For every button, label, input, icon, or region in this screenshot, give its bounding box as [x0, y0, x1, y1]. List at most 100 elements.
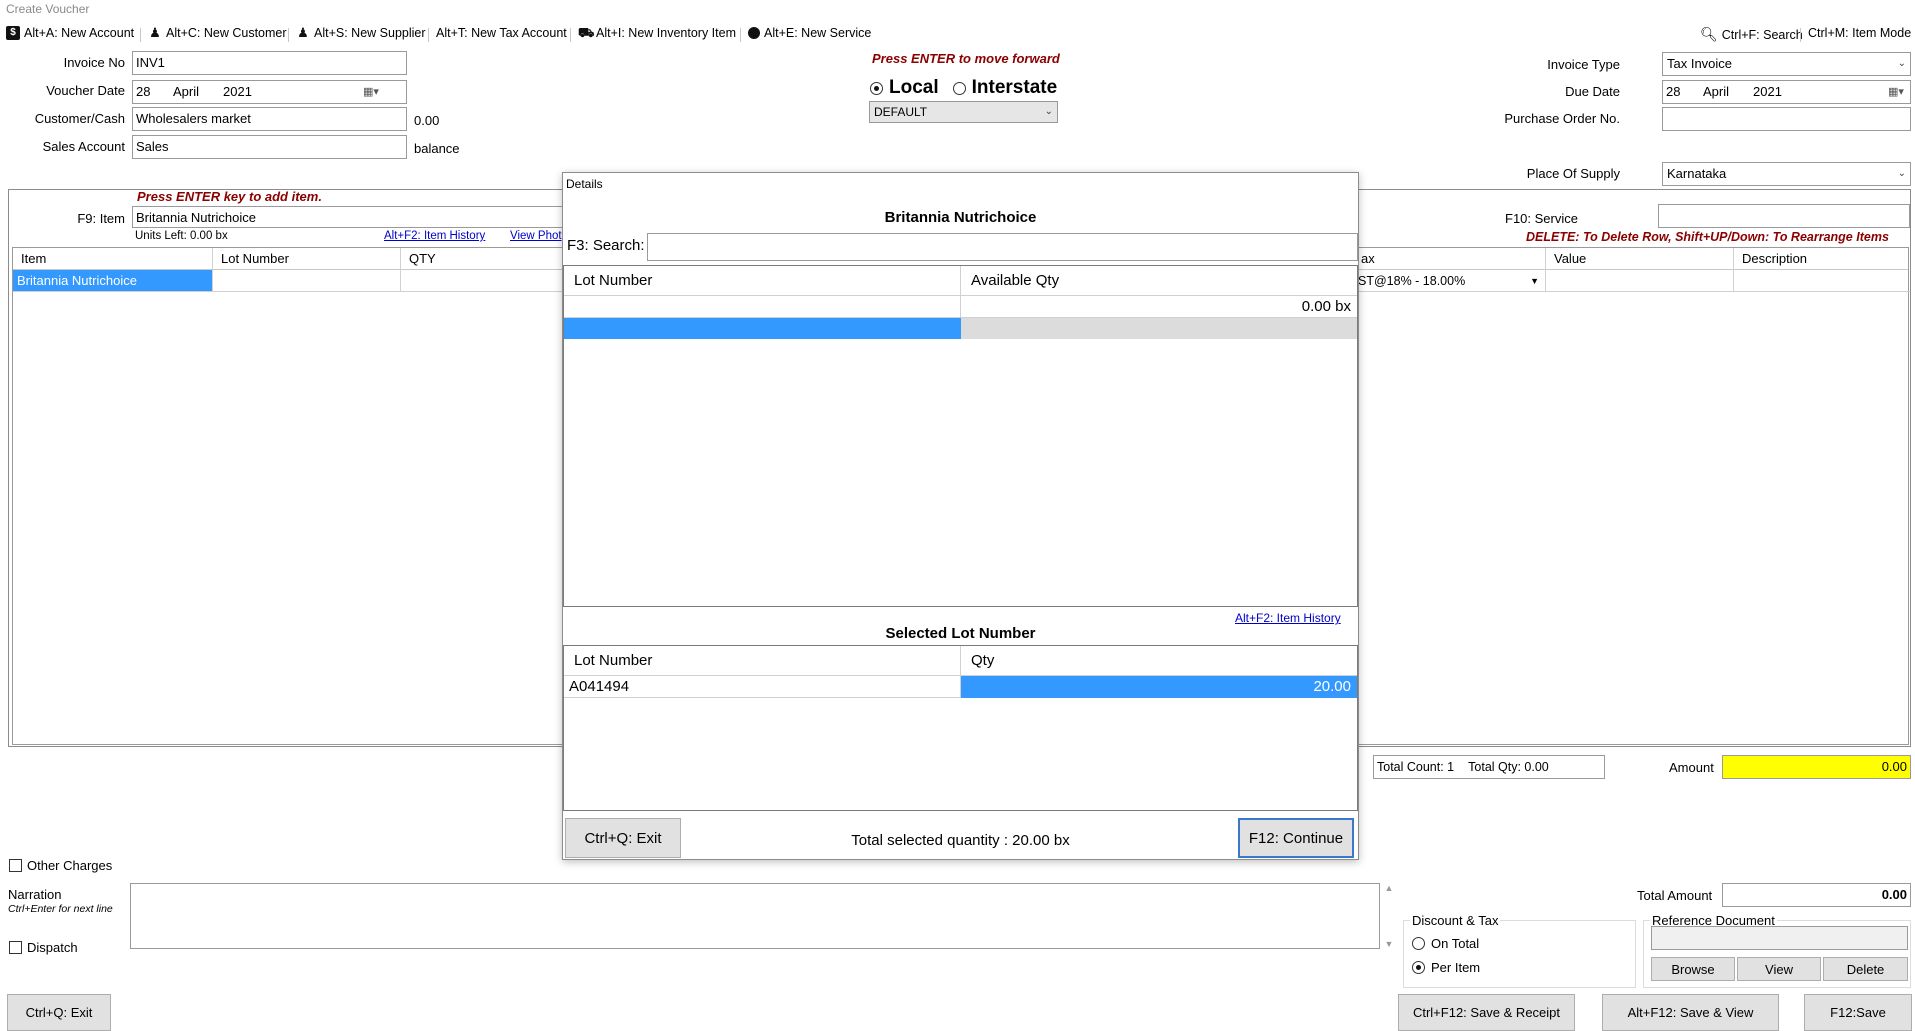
- amount-field: 0.00: [1722, 755, 1911, 779]
- column-header-qty[interactable]: QTY: [401, 248, 571, 270]
- item-mode-button[interactable]: Ctrl+M: Item Mode: [1808, 26, 1911, 40]
- table-row-lot-cell[interactable]: [213, 270, 401, 292]
- new-customer-button[interactable]: ♟ Alt+C: New Customer: [148, 26, 286, 41]
- table-row-value-cell[interactable]: [1546, 270, 1734, 292]
- narration-hint: Ctrl+Enter for next line: [8, 903, 113, 915]
- on-total-radio[interactable]: On Total: [1412, 936, 1479, 951]
- column-header-tax[interactable]: ax: [1358, 248, 1546, 270]
- po-input[interactable]: [1662, 107, 1911, 131]
- invoice-no-input[interactable]: INV1: [132, 51, 407, 75]
- table-row-description-cell[interactable]: [1734, 270, 1910, 292]
- column-header-value[interactable]: Value: [1546, 248, 1734, 270]
- price-list-select[interactable]: DEFAULT ⌄: [869, 101, 1058, 123]
- per-item-radio[interactable]: Per Item: [1412, 960, 1480, 975]
- interstate-radio[interactable]: [952, 81, 966, 95]
- chevron-down-icon: ⌄: [1897, 58, 1906, 69]
- calendar-icon[interactable]: ▦▾: [363, 83, 379, 101]
- exit-button[interactable]: Ctrl+Q: Exit: [7, 994, 111, 1031]
- due-date-picker[interactable]: 28 April 2021 ▦▾: [1662, 80, 1911, 104]
- lot-search-input[interactable]: [647, 233, 1358, 261]
- window-title: Create Voucher: [6, 2, 90, 16]
- service-label: F10: Service: [1505, 211, 1578, 226]
- item-input[interactable]: Britannia Nutrichoice: [132, 206, 572, 228]
- service-icon: [748, 27, 760, 39]
- item-history-link[interactable]: Alt+F2: Item History: [384, 230, 485, 242]
- save-button[interactable]: F12:Save: [1804, 994, 1912, 1031]
- po-label: Purchase Order No.: [1504, 111, 1620, 126]
- total-qty: Total Qty: 0.00: [1468, 760, 1549, 774]
- scroll-up-icon[interactable]: ▲: [1385, 883, 1394, 893]
- search-button[interactable]: 🔍︎ Ctrl+F: Search: [1700, 26, 1803, 43]
- new-service-button[interactable]: Alt+E: New Service: [748, 26, 871, 40]
- supplier-icon: ♟: [297, 25, 309, 40]
- available-lot-cell[interactable]: [564, 296, 961, 318]
- reference-document-field[interactable]: [1651, 926, 1908, 950]
- customer-balance: 0.00: [414, 113, 440, 128]
- column-header-selected-lot[interactable]: Lot Number: [564, 646, 961, 676]
- customer-input[interactable]: Wholesalers market: [132, 107, 407, 131]
- available-qty-cell[interactable]: 0.00 bx: [961, 296, 1357, 318]
- totals-box: Total Count: 1 Total Qty: 0.00: [1373, 755, 1605, 779]
- balance-label: balance: [414, 141, 460, 156]
- voucher-date-picker[interactable]: 28 April 2021 ▦▾: [132, 80, 407, 104]
- discount-tax-label: Discount & Tax: [1410, 913, 1501, 928]
- column-header-description[interactable]: Description: [1734, 248, 1910, 270]
- account-icon: $: [6, 26, 20, 40]
- new-account-button[interactable]: $ Alt+A: New Account: [6, 26, 134, 40]
- new-tax-account-button[interactable]: Alt+T: New Tax Account: [436, 26, 567, 40]
- dialog-item-history-link[interactable]: Alt+F2: Item History: [1235, 611, 1341, 625]
- sales-account-input[interactable]: Sales: [132, 135, 407, 159]
- chevron-down-icon: ⌄: [1044, 106, 1053, 117]
- narration-textarea[interactable]: [130, 883, 1380, 949]
- save-view-button[interactable]: Alt+F12: Save & View: [1602, 994, 1779, 1031]
- column-header-available-qty[interactable]: Available Qty: [961, 266, 1357, 296]
- column-header-selected-qty[interactable]: Qty: [961, 646, 1357, 676]
- new-supplier-button[interactable]: ♟ Alt+S: New Supplier: [296, 25, 425, 41]
- item-label: F9: Item: [77, 211, 125, 226]
- new-row-lot-cell[interactable]: [564, 318, 961, 339]
- dropdown-arrow-icon[interactable]: ▼: [1530, 270, 1545, 291]
- amount-label: Amount: [1669, 760, 1714, 775]
- service-input[interactable]: [1658, 204, 1910, 228]
- selected-lot-cell[interactable]: A041494: [564, 676, 961, 698]
- save-receipt-button[interactable]: Ctrl+F12: Save & Receipt: [1398, 994, 1575, 1031]
- interstate-label: Interstate: [971, 77, 1058, 98]
- selected-lots-grid[interactable]: Lot Number Qty A041494 20.00: [563, 645, 1358, 811]
- table-row-qty-cell[interactable]: [401, 270, 571, 292]
- other-charges-checkbox[interactable]: Other Charges: [9, 858, 112, 873]
- scroll-down-icon[interactable]: ▼: [1385, 939, 1394, 949]
- new-row-qty-cell[interactable]: [961, 318, 1357, 339]
- selected-qty-cell[interactable]: 20.00: [961, 676, 1357, 698]
- column-header-lot-number[interactable]: Lot Number: [213, 248, 401, 270]
- calendar-icon[interactable]: ▦▾: [1888, 83, 1904, 101]
- inventory-icon: ⛟: [578, 25, 595, 40]
- narration-scrollbar[interactable]: ▲ ▼: [1383, 883, 1395, 949]
- column-header-lot-number[interactable]: Lot Number: [564, 266, 961, 296]
- discount-tax-group: [1403, 920, 1636, 988]
- customer-label: Customer/Cash: [34, 111, 125, 126]
- table-row-item-cell[interactable]: Britannia Nutrichoice: [13, 270, 213, 292]
- view-button[interactable]: View: [1737, 957, 1821, 981]
- chevron-down-icon: ⌄: [1897, 168, 1906, 179]
- table-row-tax-cell[interactable]: ST@18% - 18.00% ▼: [1358, 270, 1546, 292]
- continue-button[interactable]: F12: Continue: [1238, 818, 1354, 858]
- total-amount-field: 0.00: [1722, 883, 1911, 907]
- delete-button[interactable]: Delete: [1823, 957, 1908, 981]
- browse-button[interactable]: Browse: [1651, 957, 1735, 981]
- column-header-item[interactable]: Item: [13, 248, 213, 270]
- total-amount-label: Total Amount: [1637, 888, 1713, 903]
- total-count: Total Count: 1: [1377, 760, 1455, 774]
- due-date-label: Due Date: [1565, 84, 1620, 99]
- units-left: Units Left: 0.00 bx: [135, 230, 228, 242]
- invoice-type-select[interactable]: Tax Invoice ⌄: [1662, 52, 1911, 76]
- place-of-supply-select[interactable]: Karnataka ⌄: [1662, 162, 1911, 186]
- delete-hint: DELETE: To Delete Row, Shift+UP/Down: To…: [1526, 230, 1889, 244]
- invoice-no-label: Invoice No: [63, 55, 125, 70]
- view-photo-link[interactable]: View Phot: [510, 230, 562, 242]
- new-inventory-item-button[interactable]: ⛟ Alt+I: New Inventory Item: [578, 25, 736, 41]
- available-lots-grid[interactable]: Lot Number Available Qty 0.00 bx: [563, 265, 1358, 607]
- enter-hint: Press ENTER to move forward: [872, 51, 1060, 66]
- local-radio[interactable]: [870, 81, 883, 95]
- selected-lot-heading: Selected Lot Number: [885, 625, 1036, 642]
- dispatch-checkbox[interactable]: Dispatch: [9, 940, 78, 955]
